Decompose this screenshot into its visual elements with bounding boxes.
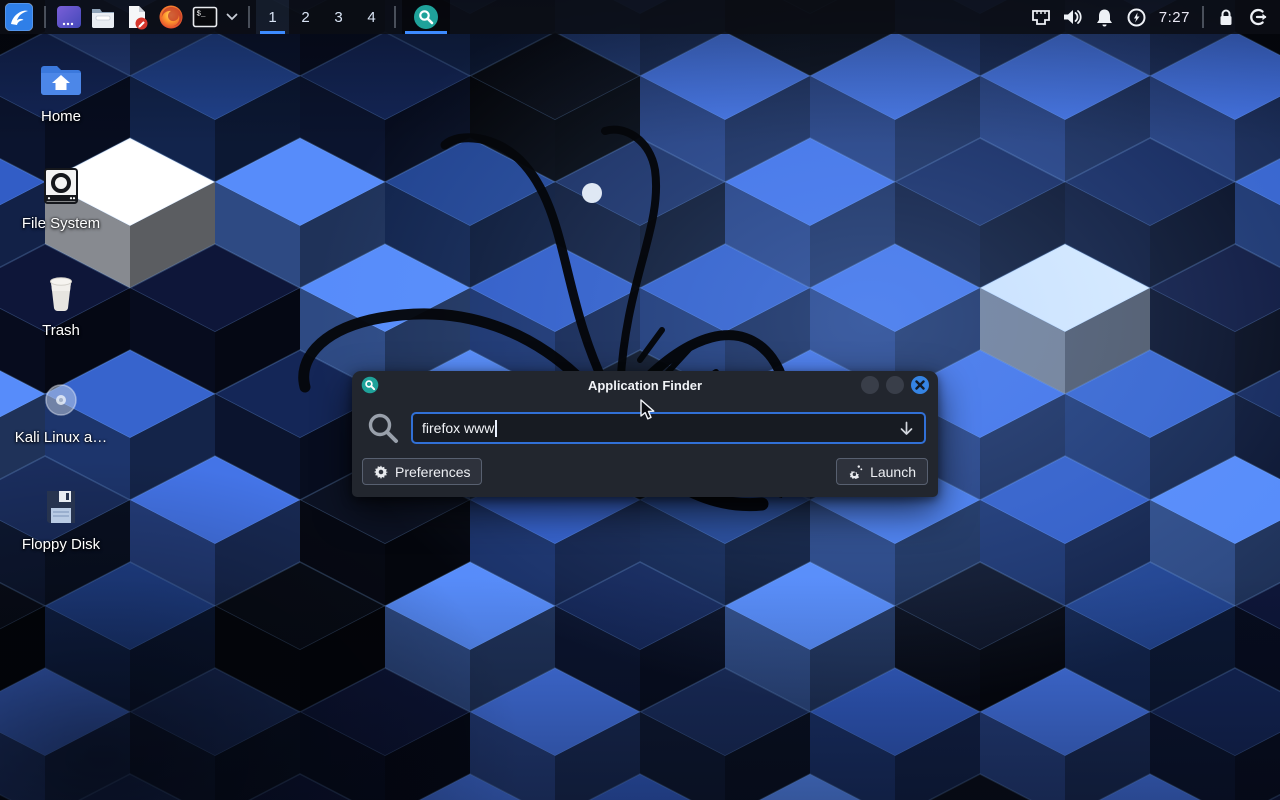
- close-icon: [915, 380, 925, 390]
- workspace-1-label: 1: [268, 9, 276, 26]
- panel-separator: [248, 6, 250, 28]
- workspace-2[interactable]: 2: [289, 0, 322, 34]
- text-caret: [495, 420, 497, 437]
- panel-clock[interactable]: 7:27: [1153, 9, 1196, 26]
- desktop-icon-label: Trash: [42, 322, 80, 339]
- app-finder-icon: [413, 4, 439, 30]
- terminal-dropdown-launcher[interactable]: $_: [188, 0, 222, 34]
- network-tray-button[interactable]: [1025, 0, 1057, 34]
- preferences-button[interactable]: Preferences: [362, 458, 482, 485]
- workspace-4-label: 4: [367, 9, 375, 26]
- terminal-icon: [56, 4, 82, 30]
- search-input-value: firefox www: [422, 420, 494, 436]
- file-manager-launcher[interactable]: [86, 0, 120, 34]
- workspace-4[interactable]: 4: [355, 0, 388, 34]
- desktop-icon-label: File System: [22, 215, 100, 232]
- gear-icon: [374, 465, 388, 479]
- logout-button[interactable]: [1242, 0, 1274, 34]
- floppy-icon: [37, 483, 85, 531]
- network-icon: [1031, 9, 1051, 26]
- desktop-icon-column: Home File System Trash Kali Linux a…: [0, 48, 122, 583]
- taskbar-application-finder-button[interactable]: [402, 0, 450, 34]
- panel-separator: [1202, 6, 1204, 28]
- notifications-icon: [1095, 8, 1114, 27]
- terminal-launcher[interactable]: [52, 0, 86, 34]
- panel-separator: [44, 6, 46, 28]
- logout-icon: [1248, 7, 1268, 27]
- close-button[interactable]: [911, 376, 929, 394]
- desktop-icon-home[interactable]: Home: [0, 48, 122, 155]
- volume-icon: [1062, 8, 1083, 26]
- desktop-icon-file-system[interactable]: File System: [0, 155, 122, 262]
- window-app-finder-icon: [361, 376, 379, 394]
- system-tray: 7:27: [1025, 0, 1280, 34]
- firefox-icon: [158, 4, 184, 30]
- desktop-icon-trash[interactable]: Trash: [0, 262, 122, 369]
- chevron-down-icon: [226, 13, 238, 21]
- applications-menu-button[interactable]: [0, 0, 38, 34]
- disc-icon: [37, 376, 85, 424]
- action-row: Preferences Launch: [362, 458, 928, 485]
- titlebar[interactable]: Application Finder: [352, 371, 938, 399]
- notifications-tray-button[interactable]: [1089, 0, 1121, 34]
- preferences-button-label: Preferences: [395, 464, 470, 480]
- search-icon: [366, 411, 400, 445]
- text-editor-launcher[interactable]: [120, 0, 154, 34]
- panel-separator: [394, 6, 396, 28]
- workspace-3[interactable]: 3: [322, 0, 355, 34]
- launch-icon: [848, 464, 863, 479]
- search-input[interactable]: firefox www: [411, 412, 926, 444]
- lock-icon: [1217, 8, 1235, 27]
- desktop-icon-label: Kali Linux a…: [15, 429, 108, 446]
- workspace-3-label: 3: [334, 9, 342, 26]
- launch-button-label: Launch: [870, 464, 916, 480]
- launch-button[interactable]: Launch: [836, 458, 928, 485]
- window-title: Application Finder: [352, 378, 938, 393]
- input-dropdown-button[interactable]: [898, 420, 915, 437]
- svg-text:$_: $_: [197, 11, 207, 19]
- terminal-dropdown-icon: $_: [192, 5, 218, 29]
- down-arrow-icon: [898, 420, 915, 437]
- desktop-icon-label: Floppy Disk: [22, 536, 100, 553]
- trash-icon: [37, 269, 85, 317]
- window-controls: [861, 376, 929, 394]
- volume-tray-button[interactable]: [1057, 0, 1089, 34]
- drive-icon: [37, 162, 85, 210]
- top-panel: $_ 1 2 3 4: [0, 0, 1280, 34]
- application-finder-window: Application Finder firefox www: [352, 371, 938, 497]
- power-manager-icon: [1127, 8, 1146, 27]
- kali-menu-icon: [5, 3, 33, 31]
- desktop-icon-kali-linux-disc[interactable]: Kali Linux a…: [0, 369, 122, 476]
- lock-screen-button[interactable]: [1210, 0, 1242, 34]
- desktop-icon-label: Home: [41, 108, 81, 125]
- home-icon: [37, 55, 85, 103]
- search-row: firefox www: [366, 411, 926, 445]
- firefox-launcher[interactable]: [154, 0, 188, 34]
- text-editor-icon: [124, 4, 150, 30]
- minimize-button[interactable]: [861, 376, 879, 394]
- file-manager-icon: [90, 4, 116, 30]
- workspace-1[interactable]: 1: [256, 0, 289, 34]
- power-manager-tray-button[interactable]: [1121, 0, 1153, 34]
- launcher-dropdown-toggle[interactable]: [222, 0, 242, 34]
- workspace-2-label: 2: [301, 9, 309, 26]
- maximize-button[interactable]: [886, 376, 904, 394]
- desktop-icon-floppy-disk[interactable]: Floppy Disk: [0, 476, 122, 583]
